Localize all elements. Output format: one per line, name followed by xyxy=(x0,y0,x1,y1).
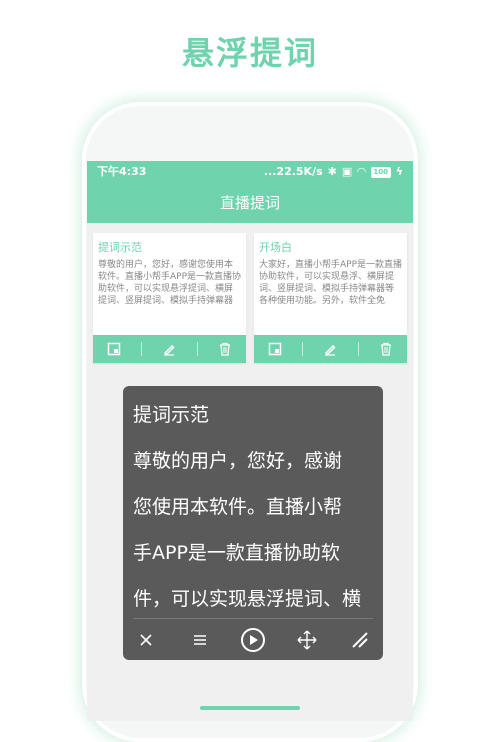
card-actions xyxy=(93,335,246,363)
script-cards: 提词示范 尊敬的用户，您好，感谢您使用本软件。直播小帮手APP是一款直播协助软件… xyxy=(93,233,407,363)
delete-button[interactable] xyxy=(210,339,240,359)
card-body: 大家好，直播小帮手APP是一款直播协助软件，可以实现悬浮、横屏提词、竖屏提词、模… xyxy=(259,260,403,306)
edit-button[interactable] xyxy=(315,339,345,359)
trash-icon xyxy=(380,342,391,356)
prompter-line: 您使用本软件。直播小帮 xyxy=(133,496,343,518)
prompter-line: 尊敬的用户，您好，感谢 xyxy=(133,450,343,472)
status-time: 下午4:33 xyxy=(97,165,147,178)
menu-icon xyxy=(193,635,206,645)
float-window-button[interactable] xyxy=(99,339,129,359)
prompter-text: 提词示范 尊敬的用户，您好，感谢 您使用本软件。直播小帮 手APP是一款直播协助… xyxy=(123,386,383,618)
close-icon xyxy=(140,634,152,646)
wifi-icon: ◠ xyxy=(357,165,366,178)
status-indicators: ...22.5K/s ✱ ▣ ◠ 100 ϟ xyxy=(264,161,403,183)
pencil-icon xyxy=(325,344,337,356)
network-speed: ...22.5K/s xyxy=(263,165,323,178)
divider xyxy=(133,618,373,619)
play-icon xyxy=(241,628,265,652)
card-body: 尊敬的用户，您好，感谢您使用本软件。直播小帮手APP是一款直播协助软件，可以实现… xyxy=(98,260,242,306)
card-actions xyxy=(254,335,407,363)
battery-icon: 100 xyxy=(370,166,391,178)
bluetooth-icon: ✱ xyxy=(327,165,337,178)
close-button[interactable] xyxy=(133,627,159,653)
move-button[interactable] xyxy=(294,627,320,653)
trash-icon xyxy=(219,342,230,356)
prompter-line: 提词示范 xyxy=(133,404,210,426)
float-window-icon xyxy=(268,342,282,356)
script-card[interactable]: 提词示范 尊敬的用户，您好，感谢您使用本软件。直播小帮手APP是一款直播协助软件… xyxy=(93,233,246,363)
charging-icon: ϟ xyxy=(395,165,403,178)
home-indicator xyxy=(200,706,300,710)
move-icon xyxy=(297,630,316,650)
script-card[interactable]: 开场白 大家好，直播小帮手APP是一款直播协助软件，可以实现悬浮、横屏提词、竖屏… xyxy=(254,233,407,363)
divider xyxy=(302,342,304,356)
card-title: 开场白 xyxy=(259,241,292,254)
prompter-line: 手APP是一款直播协助软 xyxy=(133,542,340,564)
float-window-button[interactable] xyxy=(260,339,290,359)
divider xyxy=(196,342,198,356)
prompter-line: 件，可以实现悬浮提词、横 xyxy=(133,588,362,610)
float-window-icon xyxy=(107,342,121,356)
divider xyxy=(357,342,359,356)
edit-button[interactable] xyxy=(154,339,184,359)
resize-icon xyxy=(352,632,368,648)
play-button[interactable] xyxy=(240,627,266,653)
floating-prompter-panel[interactable]: 提词示范 尊敬的用户，您好，感谢 您使用本软件。直播小帮 手APP是一款直播协助… xyxy=(123,386,383,660)
delete-button[interactable] xyxy=(371,339,401,359)
card-title: 提词示范 xyxy=(98,241,142,254)
app-bar-title: 直播提词 xyxy=(87,183,413,223)
hero-title: 悬浮提词 xyxy=(181,34,318,72)
divider xyxy=(141,342,143,356)
resize-handle[interactable] xyxy=(347,627,373,653)
menu-button[interactable] xyxy=(187,627,213,653)
status-bar: 下午4:33 ...22.5K/s ✱ ▣ ◠ 100 ϟ xyxy=(87,161,413,183)
prompter-controls xyxy=(123,620,383,660)
sim-icon: ▣ xyxy=(341,165,353,178)
pencil-icon xyxy=(164,344,176,356)
